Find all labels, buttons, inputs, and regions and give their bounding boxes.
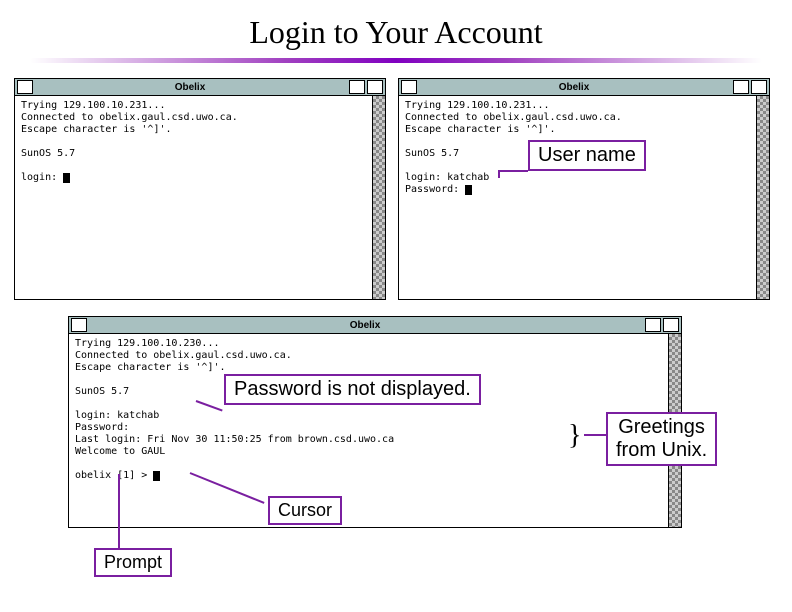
- maximize-icon: [663, 318, 679, 332]
- terminal-line: SunOS 5.7: [75, 386, 129, 397]
- titlebar: Obelix: [15, 79, 385, 96]
- cursor-block-icon: [465, 185, 472, 195]
- title-underline: [30, 58, 762, 63]
- maximize-icon: [751, 80, 767, 94]
- brace-icon: }: [568, 420, 581, 452]
- callout-greetings: Greetings from Unix.: [606, 412, 717, 466]
- sysmenu-icon: [71, 318, 87, 332]
- terminal-line: Trying 129.100.10.231...: [405, 100, 550, 111]
- callout-password: Password is not displayed.: [224, 374, 481, 405]
- terminal-line: Connected to obelix.gaul.csd.uwo.ca.: [405, 112, 622, 123]
- terminal-line: Welcome to GAUL: [75, 446, 165, 457]
- terminal-line: Connected to obelix.gaul.csd.uwo.ca.: [21, 112, 238, 123]
- callout-connector: [118, 474, 120, 548]
- terminal-line: Escape character is '^]'.: [21, 124, 172, 135]
- terminal-line: obelix [1] >: [75, 470, 153, 481]
- callout-cursor: Cursor: [268, 496, 342, 525]
- callout-line: Greetings: [618, 416, 705, 438]
- terminal-line: Connected to obelix.gaul.csd.uwo.ca.: [75, 350, 292, 361]
- minimize-icon: [645, 318, 661, 332]
- callout-prompt: Prompt: [94, 548, 172, 577]
- terminal-line: Password:: [405, 184, 465, 195]
- terminal-login-prompt: Obelix Trying 129.100.10.231... Connecte…: [14, 78, 386, 300]
- terminal-line: login: katchab: [405, 172, 489, 183]
- scrollbar: [372, 96, 385, 299]
- terminal-body: Trying 129.100.10.230... Connected to ob…: [69, 334, 681, 486]
- callout-username: User name: [528, 140, 646, 171]
- maximize-icon: [367, 80, 383, 94]
- sysmenu-icon: [401, 80, 417, 94]
- terminal-body: Trying 129.100.10.231... Connected to ob…: [15, 96, 385, 188]
- window-title: Obelix: [417, 82, 731, 93]
- slide-title: Login to Your Account: [0, 14, 792, 51]
- callout-connector: [498, 170, 500, 178]
- titlebar: Obelix: [399, 79, 769, 96]
- terminal-line: login: katchab: [75, 410, 159, 421]
- terminal-line: Escape character is '^]'.: [405, 124, 556, 135]
- callout-connector: [498, 170, 528, 172]
- minimize-icon: [349, 80, 365, 94]
- terminal-line: Trying 129.100.10.230...: [75, 338, 220, 349]
- terminal-line: Escape character is '^]'.: [75, 362, 226, 373]
- sysmenu-icon: [17, 80, 33, 94]
- terminal-logged-in: Obelix Trying 129.100.10.230... Connecte…: [68, 316, 682, 528]
- window-title: Obelix: [87, 320, 643, 331]
- cursor-block-icon: [153, 471, 160, 481]
- minimize-icon: [733, 80, 749, 94]
- titlebar: Obelix: [69, 317, 681, 334]
- terminal-line: Trying 129.100.10.231...: [21, 100, 166, 111]
- terminal-line: Last login: Fri Nov 30 11:50:25 from bro…: [75, 434, 394, 445]
- scrollbar: [756, 96, 769, 299]
- window-title: Obelix: [33, 82, 347, 93]
- terminal-line: SunOS 5.7: [21, 148, 75, 159]
- callout-connector: [584, 434, 606, 436]
- terminal-line: SunOS 5.7: [405, 148, 459, 159]
- cursor-block-icon: [63, 173, 70, 183]
- terminal-line: login:: [21, 172, 63, 183]
- callout-line: from Unix.: [616, 439, 707, 461]
- terminal-password-prompt: Obelix Trying 129.100.10.231... Connecte…: [398, 78, 770, 300]
- terminal-line: Password:: [75, 422, 129, 433]
